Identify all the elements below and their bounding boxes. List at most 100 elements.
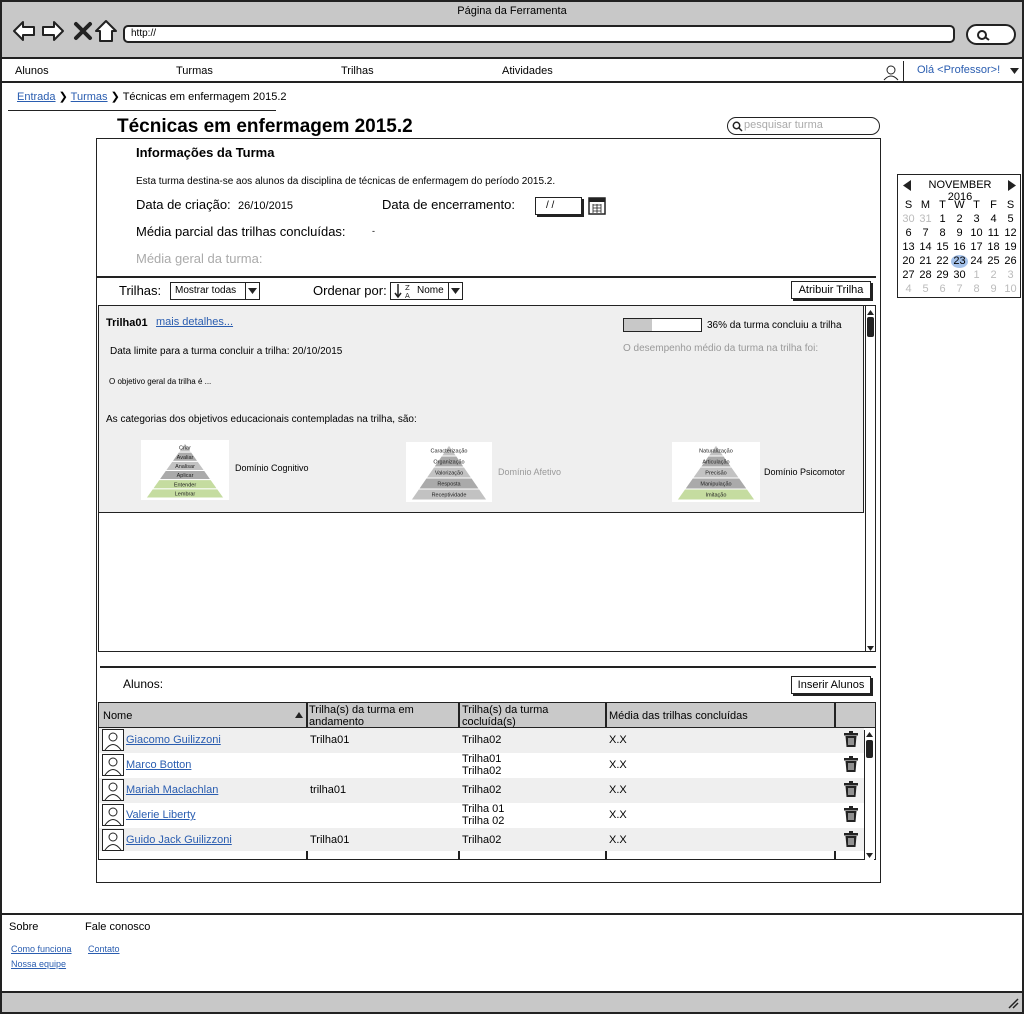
table-row[interactable]: Guido Jack Guilizzoni Trilha01 Trilha02 … xyxy=(99,828,864,851)
calendar-day[interactable]: 6 xyxy=(900,227,917,240)
calendar-day[interactable]: 30 xyxy=(951,269,968,282)
breadcrumb-entrada[interactable]: Entrada xyxy=(17,91,56,103)
calendar-day[interactable]: 23 xyxy=(951,255,968,268)
calendar-day[interactable]: 22 xyxy=(934,255,951,268)
class-search-input[interactable]: pesquisar turma xyxy=(727,117,880,135)
delete-icon[interactable] xyxy=(844,781,858,797)
calendar-day[interactable]: 9 xyxy=(985,283,1002,296)
calendar-day[interactable]: 1 xyxy=(934,213,951,226)
menu-item-atividades[interactable]: Atividades xyxy=(502,65,553,77)
calendar-day[interactable]: 17 xyxy=(968,241,985,254)
calendar-day[interactable]: 20 xyxy=(900,255,917,268)
calendar-day[interactable]: 9 xyxy=(951,227,968,240)
calendar-day[interactable]: 26 xyxy=(1002,255,1019,268)
trail-objective: O objetivo geral da trilha é ... xyxy=(109,377,212,386)
calendar-day[interactable]: 2 xyxy=(985,269,1002,282)
footer-link-how[interactable]: Como funciona xyxy=(11,944,72,954)
calendar-day[interactable]: 4 xyxy=(900,283,917,296)
calendar-day[interactable]: 27 xyxy=(900,269,917,282)
browser-search-field[interactable] xyxy=(966,24,1016,45)
calendar-day[interactable]: 30 xyxy=(900,213,917,226)
calendar-day[interactable]: 24 xyxy=(968,255,985,268)
trail-progress-fill xyxy=(624,319,652,331)
calendar-day[interactable]: 5 xyxy=(917,283,934,296)
calendar-day[interactable]: 8 xyxy=(934,227,951,240)
menu-item-trilhas[interactable]: Trilhas xyxy=(341,65,374,77)
user-menu[interactable]: Olá <Professor>! xyxy=(903,61,1022,81)
assign-trail-button[interactable]: Atribuir Trilha xyxy=(791,281,871,299)
insert-students-button[interactable]: Inserir Alunos xyxy=(791,676,871,694)
student-name-link[interactable]: Guido Jack Guilizzoni xyxy=(126,834,232,846)
calendar-day[interactable]: 16 xyxy=(951,241,968,254)
search-placeholder: pesquisar turma xyxy=(744,119,823,131)
resize-grip-icon[interactable] xyxy=(1007,997,1019,1009)
scroll-thumb[interactable] xyxy=(867,317,874,337)
forward-icon[interactable] xyxy=(40,18,66,44)
closing-date-field[interactable]: / / xyxy=(535,197,582,215)
col-header-name[interactable]: Nome xyxy=(103,710,132,722)
calendar-day[interactable]: 10 xyxy=(1002,283,1019,296)
calendar-day[interactable]: 14 xyxy=(917,241,934,254)
url-field[interactable]: http:// xyxy=(123,25,955,43)
calendar-day[interactable]: 15 xyxy=(934,241,951,254)
footer-link-team[interactable]: Nossa equipe xyxy=(11,959,66,969)
scroll-down-icon[interactable] xyxy=(866,852,873,859)
next-month-icon[interactable] xyxy=(1008,180,1016,191)
calendar-day[interactable]: 18 xyxy=(985,241,1002,254)
home-icon[interactable] xyxy=(93,18,119,44)
scroll-thumb[interactable] xyxy=(866,740,873,758)
calendar-day[interactable]: 21 xyxy=(917,255,934,268)
calendar-day[interactable]: 4 xyxy=(985,213,1002,226)
table-row[interactable]: Giacomo Guilizzoni Trilha01 Trilha02 X.X xyxy=(99,728,864,753)
pyramid-level-label: Analisar xyxy=(175,464,195,470)
student-name-link[interactable]: Marco Botton xyxy=(126,759,191,771)
trail-details-link[interactable]: mais detalhes... xyxy=(156,316,233,328)
calendar-day[interactable]: 11 xyxy=(985,227,1002,240)
sort-asc-icon[interactable] xyxy=(295,712,303,718)
calendar-day[interactable]: 7 xyxy=(917,227,934,240)
calendar-day[interactable]: 10 xyxy=(968,227,985,240)
footer-link-contact[interactable]: Contato xyxy=(88,944,120,954)
delete-icon[interactable] xyxy=(844,806,858,822)
domain-affective-label: Domínio Afetivo xyxy=(498,467,562,477)
trail-filter-select[interactable]: Mostrar todas xyxy=(170,282,260,300)
calendar-day[interactable]: 1 xyxy=(968,269,985,282)
table-row[interactable]: Valerie Liberty Trilha 01 Trilha 02 X.X xyxy=(99,803,864,828)
back-icon[interactable] xyxy=(11,18,37,44)
search-icon xyxy=(732,121,743,132)
calendar-day[interactable]: 3 xyxy=(968,213,985,226)
menu-item-alunos[interactable]: Alunos xyxy=(15,65,49,77)
calendar-day[interactable]: 31 xyxy=(917,213,934,226)
status-bar xyxy=(2,991,1022,1012)
scroll-down-icon[interactable] xyxy=(867,643,874,651)
menu-item-turmas[interactable]: Turmas xyxy=(176,65,213,77)
calendar-day[interactable]: 25 xyxy=(985,255,1002,268)
calendar-day[interactable]: 2 xyxy=(951,213,968,226)
order-select[interactable]: ZA Nome xyxy=(390,282,463,300)
breadcrumb-turmas[interactable]: Turmas xyxy=(71,91,108,103)
calendar-icon[interactable] xyxy=(588,196,606,215)
scroll-up-icon[interactable] xyxy=(867,307,874,315)
prev-month-icon[interactable] xyxy=(903,180,911,191)
delete-icon[interactable] xyxy=(844,831,858,847)
students-scrollbar[interactable] xyxy=(864,730,874,860)
student-name-link[interactable]: Giacomo Guilizzoni xyxy=(126,734,221,746)
delete-icon[interactable] xyxy=(844,731,858,747)
student-name-link[interactable]: Valerie Liberty xyxy=(126,809,196,821)
table-row[interactable]: Marco Botton Trilha01 Trilha02 X.X xyxy=(99,753,864,778)
calendar-day[interactable]: 28 xyxy=(917,269,934,282)
calendar-day[interactable]: 8 xyxy=(968,283,985,296)
calendar-day[interactable]: 29 xyxy=(934,269,951,282)
student-name-link[interactable]: Mariah Maclachlan xyxy=(126,784,218,796)
table-row[interactable]: Mariah Maclachlan trilha01 Trilha02 X.X xyxy=(99,778,864,803)
calendar-day[interactable]: 3 xyxy=(1002,269,1019,282)
delete-icon[interactable] xyxy=(844,756,858,772)
calendar-day[interactable]: 13 xyxy=(900,241,917,254)
calendar-day[interactable]: 7 xyxy=(951,283,968,296)
calendar-day[interactable]: 5 xyxy=(1002,213,1019,226)
trail-list-scrollbar[interactable] xyxy=(865,306,875,651)
calendar-day[interactable]: 12 xyxy=(1002,227,1019,240)
calendar-day[interactable]: 6 xyxy=(934,283,951,296)
scroll-up-icon[interactable] xyxy=(866,731,873,738)
calendar-day[interactable]: 19 xyxy=(1002,241,1019,254)
